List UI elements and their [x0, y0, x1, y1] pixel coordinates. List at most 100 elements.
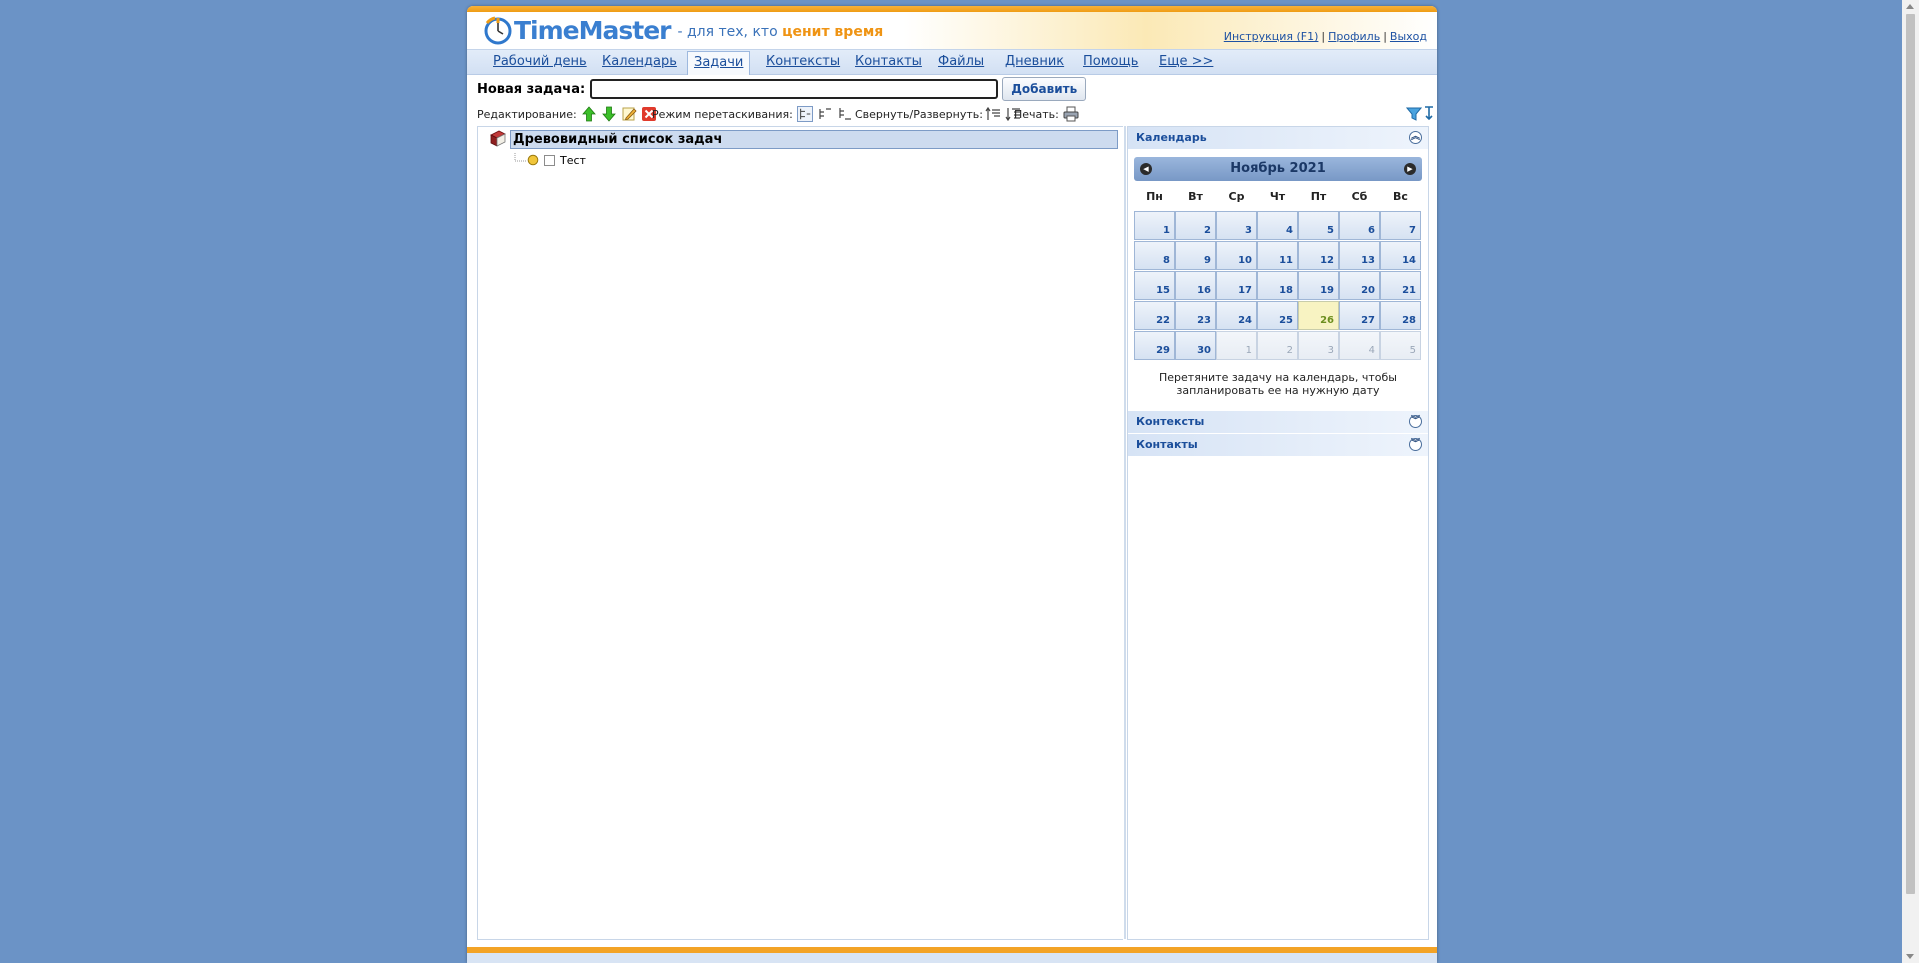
sort-icon[interactable] [1423, 105, 1435, 121]
calendar-day[interactable]: 4 [1257, 211, 1298, 240]
tree-item[interactable]: Тест [514, 152, 586, 168]
calendar-day[interactable]: 18 [1257, 271, 1298, 300]
contacts-panel-header[interactable]: Контакты ︾ [1128, 434, 1428, 456]
edit-pencil-icon[interactable] [621, 106, 637, 122]
calendar-day[interactable]: 23 [1175, 301, 1216, 330]
calendar-day[interactable]: 3 [1216, 211, 1257, 240]
calendar-day[interactable]: 3 [1298, 331, 1339, 360]
calendar-day[interactable]: 25 [1257, 301, 1298, 330]
tab-contexts[interactable]: Контексты [760, 52, 846, 72]
calendar-day[interactable]: 5 [1380, 331, 1421, 360]
tree-root[interactable]: Древовидный список задач [510, 130, 1118, 149]
drag-mode-group: Режим перетаскивания: [652, 105, 853, 123]
profile-link[interactable]: Профиль [1328, 30, 1380, 43]
scrollbar-thumb[interactable] [1906, 14, 1915, 894]
calendar-day[interactable]: 19 [1298, 271, 1339, 300]
slogan-highlight: ценит время [782, 24, 884, 40]
task-toolbar: Редактирование: Режим перетаскивания: Св… [477, 105, 1433, 123]
collapse-all-icon[interactable] [985, 106, 1001, 122]
arrow-up-icon[interactable] [581, 106, 597, 122]
editing-group: Редактирование: [477, 105, 657, 123]
prev-month-icon[interactable]: ◀ [1140, 163, 1152, 175]
logout-link[interactable]: Выход [1390, 30, 1427, 43]
task-tree: Древовидный список задач Тест [477, 126, 1123, 940]
calendar-grid: Пн Вт Ср Чт Пт Сб Вс 1 2 3 4 5 6 7 8 9 10 11 12 13 14… [1134, 185, 1422, 361]
collapse-label: Свернуть/Развернуть: [855, 107, 983, 121]
calendar-day[interactable]: 1 [1134, 211, 1175, 240]
weekday-label: Пт [1310, 190, 1327, 203]
collapse-group: Свернуть/Развернуть: [855, 105, 1021, 123]
calendar-day[interactable]: 8 [1134, 241, 1175, 270]
calendar-day[interactable]: 15 [1134, 271, 1175, 300]
calendar-day[interactable]: 14 [1380, 241, 1421, 270]
drag-mode-sibling-icon[interactable] [796, 106, 813, 122]
calendar-day[interactable]: 17 [1216, 271, 1257, 300]
weekday-label: Ср [1228, 190, 1245, 203]
calendar-day[interactable]: 6 [1339, 211, 1380, 240]
calendar-day[interactable]: 27 [1339, 301, 1380, 330]
task-checkbox[interactable] [544, 154, 555, 166]
clock-logo-icon [484, 16, 512, 45]
expand-panel-icon[interactable]: ︾ [1409, 438, 1422, 451]
contexts-panel-title: Контексты [1136, 415, 1205, 428]
pane-divider[interactable] [1124, 126, 1126, 939]
calendar-day[interactable]: 21 [1380, 271, 1421, 300]
logo[interactable]: TimeMaster - для тех, кто ценит время [483, 13, 883, 47]
calendar-day[interactable]: 5 [1298, 211, 1339, 240]
calendar-day[interactable]: 7 [1380, 211, 1421, 240]
contexts-panel-header[interactable]: Контексты ︾ [1128, 411, 1428, 433]
month-label: Ноябрь 2021 [1230, 161, 1326, 176]
help-link[interactable]: Инструкция (F1) [1224, 30, 1319, 43]
calendar-day-today[interactable]: 26 [1298, 301, 1339, 330]
calendar-panel-header[interactable]: Календарь ︽ [1128, 127, 1428, 149]
next-month-icon[interactable]: ▶ [1404, 163, 1416, 175]
calendar-day[interactable]: 9 [1175, 241, 1216, 270]
calendar-day[interactable]: 24 [1216, 301, 1257, 330]
editing-label: Редактирование: [477, 107, 577, 121]
tab-more[interactable]: Еще >> [1153, 52, 1219, 72]
arrow-down-icon[interactable] [601, 106, 617, 122]
tab-workday[interactable]: Рабочий день [487, 52, 593, 72]
calendar-day[interactable]: 10 [1216, 241, 1257, 270]
app-window: TimeMaster - для тех, кто ценит время Ин… [467, 6, 1437, 963]
calendar-day[interactable]: 1 [1216, 331, 1257, 360]
tab-help[interactable]: Помощь [1077, 52, 1144, 72]
sidebar: Календарь ︽ ◀ Ноябрь 2021 ▶ Пн Вт Ср Чт … [1127, 126, 1429, 940]
calendar-panel-title: Календарь [1136, 131, 1207, 144]
calendar-day[interactable]: 11 [1257, 241, 1298, 270]
slogan-prefix: - для тех, кто [677, 24, 778, 40]
task-status-icon[interactable] [527, 154, 539, 166]
calendar-day[interactable]: 2 [1257, 331, 1298, 360]
task-title[interactable]: Тест [560, 154, 586, 167]
top-links: Инструкция (F1) | Профиль | Выход [1224, 30, 1427, 43]
drag-mode-child-icon[interactable] [817, 106, 833, 122]
calendar-day[interactable]: 4 [1339, 331, 1380, 360]
tab-diary[interactable]: Дневник [999, 52, 1070, 72]
printer-icon[interactable] [1063, 106, 1079, 122]
tab-files[interactable]: Файлы [932, 52, 990, 72]
calendar-day[interactable]: 22 [1134, 301, 1175, 330]
scroll-up-icon[interactable] [1906, 4, 1914, 9]
tab-contacts[interactable]: Контакты [849, 52, 928, 72]
brand-name: TimeMaster [514, 15, 671, 45]
new-task-input[interactable] [590, 79, 999, 99]
calendar-day[interactable]: 2 [1175, 211, 1216, 240]
calendar-month-header: ◀ Ноябрь 2021 ▶ [1134, 157, 1422, 181]
collapse-panel-icon[interactable]: ︽ [1409, 131, 1422, 144]
calendar-day[interactable]: 13 [1339, 241, 1380, 270]
drag-mode-after-icon[interactable] [837, 106, 853, 122]
link-separator: | [1383, 30, 1387, 43]
calendar-day[interactable]: 29 [1134, 331, 1175, 360]
calendar-day[interactable]: 12 [1298, 241, 1339, 270]
calendar-day[interactable]: 16 [1175, 271, 1216, 300]
expand-panel-icon[interactable]: ︾ [1409, 415, 1422, 428]
filter-icon[interactable] [1406, 106, 1422, 122]
scroll-down-icon[interactable] [1906, 954, 1914, 959]
tab-calendar[interactable]: Календарь [596, 52, 683, 72]
calendar-day[interactable]: 20 [1339, 271, 1380, 300]
calendar-day[interactable]: 30 [1175, 331, 1216, 360]
tab-tasks[interactable]: Задачи [687, 51, 751, 75]
page-scrollbar[interactable] [1902, 0, 1919, 963]
calendar-day[interactable]: 28 [1380, 301, 1421, 330]
add-task-button[interactable]: Добавить [1002, 77, 1087, 101]
